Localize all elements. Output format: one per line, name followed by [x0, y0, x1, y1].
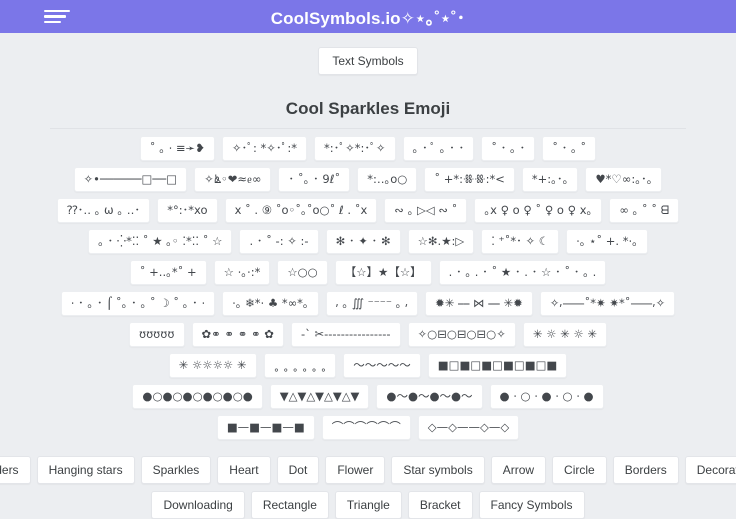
tag-button-fancy-symbols[interactable]: Fancy Symbols — [478, 491, 585, 519]
tag-row: Downloading Rectangle Triangle Bracket Fancy… — [18, 491, 718, 519]
symbol-card[interactable]: ✧⸴⸺˚*✷ ✷*˚⸺⸴✧ — [539, 291, 676, 316]
tag-button-heart[interactable]: Heart — [217, 456, 271, 484]
hamburger-line — [44, 9, 70, 13]
tag-button-borders[interactable]: Borders — [612, 456, 679, 484]
symbol-card[interactable]: ∾ ｡ ▷◁ ∾ ˚ — [384, 198, 468, 223]
symbol-row: ⋅ ･ ｡ ･ ⌠ ˚｡ ･ ｡ ˚ ☽ ˚ ｡ ･ ⋅ ⋅｡ ❄*⋅ ♣ *∞*… — [18, 291, 718, 316]
symbol-card[interactable]: ● ⋅ ○ ⋅ ● ⋅ ○ ⋅ ● — [489, 384, 604, 409]
symbol-card[interactable]: ｡x ♀ o ♀ ˚ ♀ o ♀ x｡ — [474, 198, 603, 223]
hamburger-menu-icon[interactable] — [44, 9, 70, 24]
symbol-card[interactable]: ⸴ ｡ ∭ ⁻⁻⁻⁻ ｡ ⸴ — [325, 291, 419, 316]
symbol-card[interactable]: ˚ ･ ｡ ･ — [481, 136, 536, 161]
symbol-card[interactable]: *°:･*xo — [157, 198, 218, 223]
tab-bar: Text Symbols — [0, 47, 736, 75]
symbol-row: ⁇･‥ ｡ ω ｡ ‥･ *°:･*xo x ˚ . ⑨ ˚o◦˚｡˚o○˚ ℓ .… — [18, 198, 718, 223]
symbol-card[interactable]: *:‥｡o○ — [357, 167, 418, 192]
symbol-card[interactable]: ✹✳ ⎯⎯ ⋈ ⎯⎯ ✳✹ — [425, 291, 533, 316]
symbol-card[interactable]: ⁚ ⁺˚*･ ✧ ☾ — [481, 229, 560, 254]
symbol-row: ʊʊʊʊʊ ✿⚭ ⚭ ⚭ ⚭ ✿ -` ✂︎---------------- ✧○⊟○… — [18, 322, 718, 347]
symbol-card[interactable]: ʊʊʊʊʊ — [128, 322, 185, 347]
tag-button-dividers[interactable]: Dividers — [0, 456, 31, 484]
symbol-card[interactable]: . ･ ｡ . ･ ˚ ★ ･ . ･ ☆ ･ ˚ ･ ｡ . — [438, 260, 607, 285]
symbol-row: ˚ ｡ ⋅ ≡➛❥ ✧･ﾟ: *✧･ﾟ:* *:･ﾟ✧*:･ﾟ✧ ｡ ･ ﾟ ｡ ･ … — [18, 136, 718, 161]
tag-button-flower[interactable]: Flower — [325, 456, 386, 484]
tag-button-decorations[interactable]: Decorations — [684, 456, 736, 484]
tag-button-sparkles[interactable]: Sparkles — [140, 456, 212, 484]
tag-list: DividersHanging starsSparklesHeartDotFlo… — [0, 456, 736, 519]
app-header: CoolSymbols.io✧⋆｡˚⋆˚･ — [0, 0, 736, 33]
tag-button-circle[interactable]: Circle — [552, 456, 607, 484]
symbol-card[interactable]: 〜〜〜〜〜 — [343, 353, 421, 378]
symbol-card[interactable]: ⋅｡ ❄*⋅ ♣ *∞*｡ — [222, 291, 319, 316]
symbol-card[interactable]: ■□■□■□■□■□■ — [427, 353, 568, 378]
symbol-card[interactable]: ●○●○●○●○●○● — [132, 384, 263, 409]
symbol-card[interactable]: ✧ൔ◦❤≈ᧉ∞ — [194, 167, 272, 192]
symbol-card[interactable]: ˚ +*:ꗥꗥ:*< — [424, 167, 515, 192]
tag-button-dot[interactable]: Dot — [276, 456, 320, 484]
symbol-card[interactable]: 【☆】★【☆】 — [334, 260, 432, 285]
tag-button-rectangle[interactable]: Rectangle — [250, 491, 329, 519]
symbol-card[interactable]: ☆ ⋅｡⋅:* — [213, 260, 271, 285]
symbol-card[interactable]: ✻ ･ ✦ ･ ✻ — [325, 229, 401, 254]
tag-button-bracket[interactable]: Bracket — [407, 491, 473, 519]
symbol-card[interactable]: x ˚ . ⑨ ˚o◦˚｡˚o○˚ ℓ . ˚x — [224, 198, 378, 223]
symbol-card[interactable]: ■—■—■—■ — [216, 415, 315, 440]
symbol-row: ■—■—■—■ ⌒⌒⌒⌒⌒⌒ ◇—◇——◇—◇ — [18, 415, 718, 440]
hamburger-line — [44, 15, 66, 18]
symbol-grid: ˚ ｡ ⋅ ≡➛❥ ✧･ﾟ: *✧･ﾟ:* *:･ﾟ✧*:･ﾟ✧ ｡ ･ ﾟ ｡ ･ … — [18, 136, 718, 440]
symbol-card[interactable]: ⋅｡ ⋆˚ +. *⋅｡ — [566, 229, 648, 254]
symbol-card[interactable]: ∞ ｡ ˚ ˚ ᗺ — [609, 198, 680, 223]
tag-button-star-symbols[interactable]: Star symbols — [391, 456, 485, 484]
symbol-card[interactable]: ☆✻.★:▷ — [407, 229, 475, 254]
tag-button-arrow[interactable]: Arrow — [490, 456, 547, 484]
symbol-card[interactable]: ✿⚭ ⚭ ⚭ ⚭ ✿ — [191, 322, 284, 347]
site-brand-title: CoolSymbols.io✧⋆｡˚⋆˚･ — [270, 9, 466, 28]
symbol-card[interactable]: ･ ˚｡ ･ 9ℓ˚ — [278, 167, 351, 192]
symbol-card[interactable]: ✧○⊟○⊟○⊟○✧ — [407, 322, 516, 347]
tab-text-symbols[interactable]: Text Symbols — [318, 47, 418, 75]
section-title-wrap: Cool Sparkles Emoji — [50, 99, 686, 129]
symbol-card[interactable]: ✳ ☼ ✳ ☼ ✳ — [522, 322, 608, 347]
symbol-card[interactable]: ✳ ☼☼☼☼ ✳ — [168, 353, 257, 378]
tag-button-triangle[interactable]: Triangle — [334, 491, 402, 519]
symbol-card[interactable]: ˚ +..｡*˚ + — [129, 260, 207, 285]
symbol-card[interactable]: ｡ ･ ⁛*⁚⁚ ˚ ★ ｡◦ ⁚*⁚⁚ ˚ ☆ — [88, 229, 233, 254]
symbol-card[interactable]: ▼△▼△▼△▼△▼ — [269, 384, 370, 409]
symbol-row: ●○●○●○●○●○● ▼△▼△▼△▼△▼ ●〜●〜●〜●〜 ● ⋅ ○ ⋅ ● ⋅ … — [18, 384, 718, 409]
symbol-card[interactable]: ｡ ･ ﾟ ｡ ･ ･ — [402, 136, 475, 161]
symbol-card[interactable]: ⋅ ･ ｡ ･ ⌠ ˚｡ ･ ｡ ˚ ☽ ˚ ｡ ･ ⋅ — [60, 291, 216, 316]
symbol-row: ˚ +..｡*˚ + ☆ ⋅｡⋅:* ☆○○ 【☆】★【☆】. ･ ｡ . ･ ˚ ★… — [18, 260, 718, 285]
symbol-card[interactable]: ●〜●〜●〜●〜 — [376, 384, 483, 409]
symbol-card[interactable]: ˚ ･ ｡ ˚ — [542, 136, 597, 161]
symbol-card[interactable]: ✧•──────□──□ — [73, 167, 188, 192]
symbol-card[interactable]: ˳ ˳ ˳ ˳ ˳ ˳ — [263, 353, 337, 378]
symbol-card[interactable]: -` ✂︎---------------- — [290, 322, 401, 347]
page-content: Text Symbols Cool Sparkles Emoji ˚ ｡ ⋅ ≡… — [0, 33, 736, 519]
symbol-card[interactable]: ˚ ｡ ⋅ ≡➛❥ — [139, 136, 215, 161]
symbol-card[interactable]: ⁇･‥ ｡ ω ｡ ‥･ — [56, 198, 151, 223]
symbol-card[interactable]: *+:｡･｡ — [521, 167, 579, 192]
symbol-card[interactable]: . ･ ˚ -: ✧ :- — [239, 229, 319, 254]
tag-row: DividersHanging starsSparklesHeartDotFlo… — [0, 456, 736, 484]
symbol-card[interactable]: *:･ﾟ✧*:･ﾟ✧ — [314, 136, 396, 161]
symbol-card[interactable]: ✧･ﾟ: *✧･ﾟ:* — [221, 136, 308, 161]
symbol-row: ✳ ☼☼☼☼ ✳ ˳ ˳ ˳ ˳ ˳ ˳ 〜〜〜〜〜 ■□■□■□■□■□■ — [18, 353, 718, 378]
symbol-row: ｡ ･ ⁛*⁚⁚ ˚ ★ ｡◦ ⁚*⁚⁚ ˚ ☆. ･ ˚ -: ✧ :- ✻ ･… — [18, 229, 718, 254]
symbol-card[interactable]: ☆○○ — [277, 260, 328, 285]
tag-button-downloading[interactable]: Downloading — [151, 491, 245, 519]
symbol-card[interactable]: ◇—◇——◇—◇ — [417, 415, 520, 440]
hamburger-line — [44, 20, 61, 24]
symbol-card[interactable]: ⌒⌒⌒⌒⌒⌒ — [321, 415, 411, 440]
tag-button-hanging-stars[interactable]: Hanging stars — [36, 456, 135, 484]
symbol-card[interactable]: ♥*♡∞:｡･｡ — [585, 167, 663, 192]
page-title: Cool Sparkles Emoji — [285, 99, 451, 118]
symbol-row: ✧•──────□──□ ✧ൔ◦❤≈ᧉ∞ ･ ˚｡ ･ 9ℓ˚ *:‥｡o○ ˚ +*:… — [18, 167, 718, 192]
